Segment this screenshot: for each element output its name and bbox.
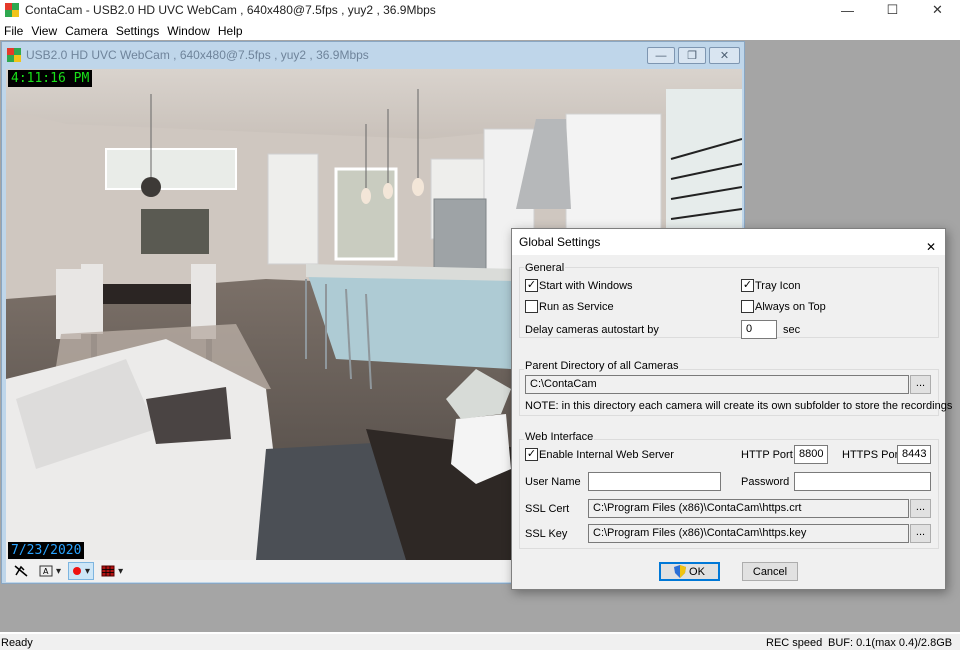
https-port-input[interactable]: 8443 xyxy=(897,445,931,464)
detection-zones-button[interactable]: ▾ xyxy=(98,562,126,580)
close-button[interactable]: ✕ xyxy=(915,0,960,20)
dialog-titlebar: Global Settings ✕ xyxy=(512,229,945,255)
delay-autostart-label: Delay cameras autostart by xyxy=(525,324,659,336)
always-on-top-checkbox[interactable] xyxy=(741,300,754,313)
webcam-icon xyxy=(7,48,21,62)
tray-icon-checkbox[interactable] xyxy=(741,279,754,292)
record-button[interactable]: ▾ xyxy=(68,562,95,580)
camera-off-icon xyxy=(14,565,28,577)
parent-directory-browse-button[interactable]: ... xyxy=(910,375,931,394)
ssl-key-input[interactable]: C:\Program Files (x86)\ContaCam\https.ke… xyxy=(588,524,909,543)
uac-shield-icon xyxy=(674,565,687,578)
overlay-date: 7/23/2020 xyxy=(8,542,85,559)
camera-close-button[interactable]: ✕ xyxy=(709,47,740,64)
ssl-key-label: SSL Key xyxy=(525,528,568,540)
dialog-title: Global Settings xyxy=(519,235,601,249)
ok-button-label: OK xyxy=(689,565,705,578)
menu-bar: File View Camera Settings Window Help xyxy=(0,22,247,40)
app-title: ContaCam - USB2.0 HD UVC WebCam , 640x48… xyxy=(25,3,436,17)
always-on-top-label: Always on Top xyxy=(755,301,826,313)
status-buffer: BUF: 0.1(max 0.4)/2.8GB xyxy=(828,637,953,649)
parent-directory-label: Parent Directory of all Cameras xyxy=(524,360,680,372)
menu-camera[interactable]: Camera xyxy=(61,24,112,38)
record-icon xyxy=(73,567,82,575)
password-input[interactable] xyxy=(794,472,931,491)
user-name-input[interactable] xyxy=(588,472,721,491)
snapshot-toggle-button[interactable] xyxy=(10,562,32,580)
ssl-cert-label: SSL Cert xyxy=(525,503,570,515)
menu-help[interactable]: Help xyxy=(214,24,247,38)
minimize-icon: — xyxy=(655,49,667,62)
cancel-button[interactable]: Cancel xyxy=(742,562,798,581)
run-as-service-checkbox[interactable] xyxy=(525,300,538,313)
ssl-key-browse-button[interactable]: ... xyxy=(910,524,931,543)
menu-settings[interactable]: Settings xyxy=(112,24,163,38)
http-port-label: HTTP Port xyxy=(741,449,793,461)
window-controls: — ☐ ✕ xyxy=(825,0,960,20)
svg-text:A: A xyxy=(43,567,49,576)
camera-window-titlebar[interactable]: USB2.0 HD UVC WebCam , 640x480@7.5fps , … xyxy=(2,42,744,68)
parent-directory-note: NOTE: in this directory each camera will… xyxy=(525,400,953,412)
user-name-label: User Name xyxy=(525,476,581,488)
app-titlebar: ContaCam - USB2.0 HD UVC WebCam , 640x48… xyxy=(0,0,960,20)
overlay-time: 4:11:16 PM xyxy=(8,70,93,87)
start-with-windows-label: Start with Windows xyxy=(539,280,633,292)
password-label: Password xyxy=(741,476,790,488)
tray-icon-label: Tray Icon xyxy=(755,280,801,292)
status-ready: Ready xyxy=(1,637,33,649)
chevron-down-icon: ▾ xyxy=(56,565,62,577)
chevron-down-icon: ▾ xyxy=(118,565,124,577)
contacam-app-icon xyxy=(5,3,19,17)
menu-window[interactable]: Window xyxy=(163,24,214,38)
minimize-button[interactable]: — xyxy=(825,0,870,20)
ssl-cert-input[interactable]: C:\Program Files (x86)\ContaCam\https.cr… xyxy=(588,499,909,518)
status-rec-speed: REC speed xyxy=(766,637,823,649)
delay-autostart-input[interactable]: 0 xyxy=(741,320,777,339)
camera-window-title: USB2.0 HD UVC WebCam , 640x480@7.5fps , … xyxy=(26,48,369,62)
menu-file[interactable]: File xyxy=(0,24,27,38)
delay-unit-label: sec xyxy=(783,324,801,336)
general-group-label: General xyxy=(524,262,566,274)
ssl-cert-browse-button[interactable]: ... xyxy=(910,499,931,518)
detection-zones-icon xyxy=(101,565,115,577)
web-interface-label: Web Interface xyxy=(524,431,595,443)
text-overlay-button[interactable]: A ▾ xyxy=(36,562,64,580)
close-icon: ✕ xyxy=(719,50,730,62)
restore-icon: ❐ xyxy=(687,50,697,62)
text-overlay-icon: A xyxy=(39,565,53,577)
enable-web-server-label: Enable Internal Web Server xyxy=(539,449,674,461)
http-port-input[interactable]: 8800 xyxy=(794,445,828,464)
camera-restore-button[interactable]: ❐ xyxy=(678,47,706,64)
ok-button[interactable]: OK xyxy=(659,562,720,581)
enable-web-server-checkbox[interactable] xyxy=(525,448,538,461)
https-port-label: HTTPS Port xyxy=(842,449,902,461)
run-as-service-label: Run as Service xyxy=(539,301,614,313)
status-bar: Ready REC speed BUF: 0.1(max 0.4)/2.8GB xyxy=(0,634,960,650)
dialog-close-button[interactable]: ✕ xyxy=(919,231,939,254)
menu-view[interactable]: View xyxy=(27,24,61,38)
parent-directory-input[interactable]: C:\ContaCam xyxy=(525,375,909,394)
start-with-windows-checkbox[interactable] xyxy=(525,279,538,292)
maximize-button[interactable]: ☐ xyxy=(870,0,915,20)
chevron-down-icon: ▾ xyxy=(85,565,91,577)
camera-minimize-button[interactable]: — xyxy=(647,47,675,64)
close-icon: ✕ xyxy=(926,240,937,254)
global-settings-dialog: Global Settings ✕ General Start with Win… xyxy=(511,228,952,590)
